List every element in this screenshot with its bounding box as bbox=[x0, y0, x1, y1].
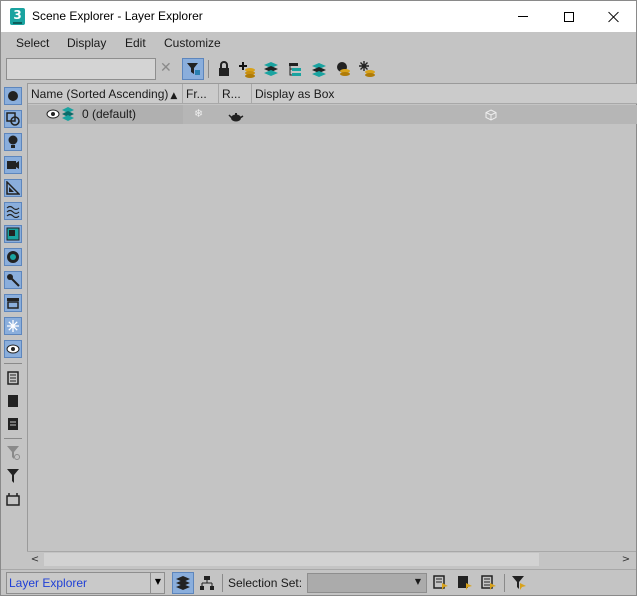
sort-by-hierarchy-icon[interactable] bbox=[196, 572, 218, 594]
shapes-icon[interactable] bbox=[4, 110, 22, 128]
close-button[interactable] bbox=[591, 1, 637, 32]
scroll-right-arrow[interactable]: > bbox=[618, 553, 634, 567]
minimize-button[interactable] bbox=[500, 1, 546, 32]
search-input[interactable] bbox=[6, 58, 156, 80]
render-teapot-icon[interactable] bbox=[228, 109, 244, 128]
xrefs-icon[interactable] bbox=[4, 248, 22, 266]
layer-icon bbox=[61, 106, 75, 125]
filter-select-icon[interactable] bbox=[508, 572, 530, 594]
menu-select[interactable]: Select bbox=[16, 36, 49, 50]
sort-by-layers-icon[interactable] bbox=[172, 572, 194, 594]
hidden-icon[interactable] bbox=[4, 340, 22, 358]
groups-icon[interactable] bbox=[4, 225, 22, 243]
select-none-icon[interactable] bbox=[454, 572, 476, 594]
column-header-display-as-box[interactable]: Display as Box bbox=[252, 84, 637, 104]
toolbar-separator bbox=[208, 60, 209, 78]
list-all-icon[interactable] bbox=[4, 369, 22, 387]
toolbar: ✕ bbox=[1, 56, 636, 82]
minimize-icon bbox=[518, 16, 528, 17]
chevron-down-icon: ▼ bbox=[414, 577, 421, 586]
column-header-renderable[interactable]: R... bbox=[219, 84, 252, 104]
menu-display[interactable]: Display bbox=[67, 36, 106, 50]
freeze-toggle-icon[interactable]: ❄ bbox=[194, 105, 203, 124]
sort-ascending-icon: ▲ bbox=[170, 91, 178, 101]
freeze-layer-icon[interactable] bbox=[356, 58, 378, 80]
add-to-layer-icon[interactable] bbox=[236, 58, 258, 80]
visibility-eye-icon[interactable] bbox=[46, 107, 60, 126]
bottom-separator bbox=[504, 574, 505, 592]
lights-icon[interactable] bbox=[4, 133, 22, 151]
explorer-select[interactable]: Layer Explorer ▼ bbox=[6, 572, 165, 594]
app-logo-icon: 3 bbox=[10, 8, 25, 25]
layers-stack-icon[interactable] bbox=[260, 58, 282, 80]
title-bar: 3 Scene Explorer - Layer Explorer bbox=[1, 1, 636, 32]
horizontal-scrollbar[interactable]: < > bbox=[27, 551, 636, 567]
display-filter-strip bbox=[1, 83, 25, 569]
filter-active-icon[interactable] bbox=[182, 58, 204, 80]
frozen-icon[interactable] bbox=[4, 317, 22, 335]
select-divider bbox=[150, 573, 151, 593]
layer-name[interactable]: 0 (default) bbox=[80, 105, 183, 124]
selection-set-label: Selection Set: bbox=[228, 576, 303, 590]
table-header: Name (Sorted Ascending) ▲ Fr... R... Disp… bbox=[28, 84, 637, 104]
maximize-button[interactable] bbox=[546, 1, 592, 32]
clear-search-icon[interactable]: ✕ bbox=[160, 60, 172, 76]
explorer-select-value: Layer Explorer bbox=[9, 576, 88, 590]
helpers-icon[interactable] bbox=[4, 179, 22, 197]
filter-options-icon[interactable] bbox=[4, 444, 22, 462]
scene-explorer-window: 3 Scene Explorer - Layer Explorer Select… bbox=[0, 0, 637, 596]
selection-set-dropdown[interactable]: ▼ bbox=[307, 573, 427, 593]
table-row[interactable]: 0 (default) ❄ bbox=[28, 105, 637, 124]
layers-icon[interactable] bbox=[308, 58, 330, 80]
menu-bar: Select Display Edit Customize bbox=[1, 32, 636, 54]
containers-icon[interactable] bbox=[4, 294, 22, 312]
select-objects-icon[interactable] bbox=[430, 572, 452, 594]
space-warps-icon[interactable] bbox=[4, 202, 22, 220]
maximize-icon bbox=[564, 11, 574, 22]
geometry-icon[interactable] bbox=[4, 87, 22, 105]
window-title: Scene Explorer - Layer Explorer bbox=[32, 9, 203, 23]
close-icon bbox=[608, 11, 620, 23]
lock-icon[interactable] bbox=[213, 58, 235, 80]
filter-separator bbox=[4, 363, 22, 364]
layer-table: Name (Sorted Ascending) ▲ Fr... R... Disp… bbox=[27, 83, 637, 551]
bones-icon[interactable] bbox=[4, 271, 22, 289]
hierarchy-icon[interactable] bbox=[284, 58, 306, 80]
list-none-icon[interactable] bbox=[4, 392, 22, 410]
bottom-bar: Layer Explorer ▼ Selection Set: ▼ bbox=[1, 569, 636, 595]
scroll-thumb[interactable] bbox=[44, 553, 539, 566]
select-invert-icon[interactable] bbox=[478, 572, 500, 594]
cameras-icon[interactable] bbox=[4, 156, 22, 174]
column-header-name[interactable]: Name (Sorted Ascending) ▲ bbox=[28, 84, 183, 104]
chevron-down-icon: ▼ bbox=[154, 577, 161, 586]
scroll-left-arrow[interactable]: < bbox=[27, 553, 43, 567]
select-layer-icon[interactable] bbox=[332, 58, 354, 80]
column-header-frozen[interactable]: Fr... bbox=[183, 84, 219, 104]
invert-icon[interactable] bbox=[4, 415, 22, 433]
menu-edit[interactable]: Edit bbox=[125, 36, 146, 50]
filter-separator bbox=[4, 438, 22, 439]
filter-icon[interactable] bbox=[4, 467, 22, 485]
bottom-separator bbox=[222, 574, 223, 592]
save-icon[interactable] bbox=[4, 490, 22, 508]
display-as-box-icon[interactable] bbox=[485, 108, 497, 127]
menu-customize[interactable]: Customize bbox=[164, 36, 221, 50]
